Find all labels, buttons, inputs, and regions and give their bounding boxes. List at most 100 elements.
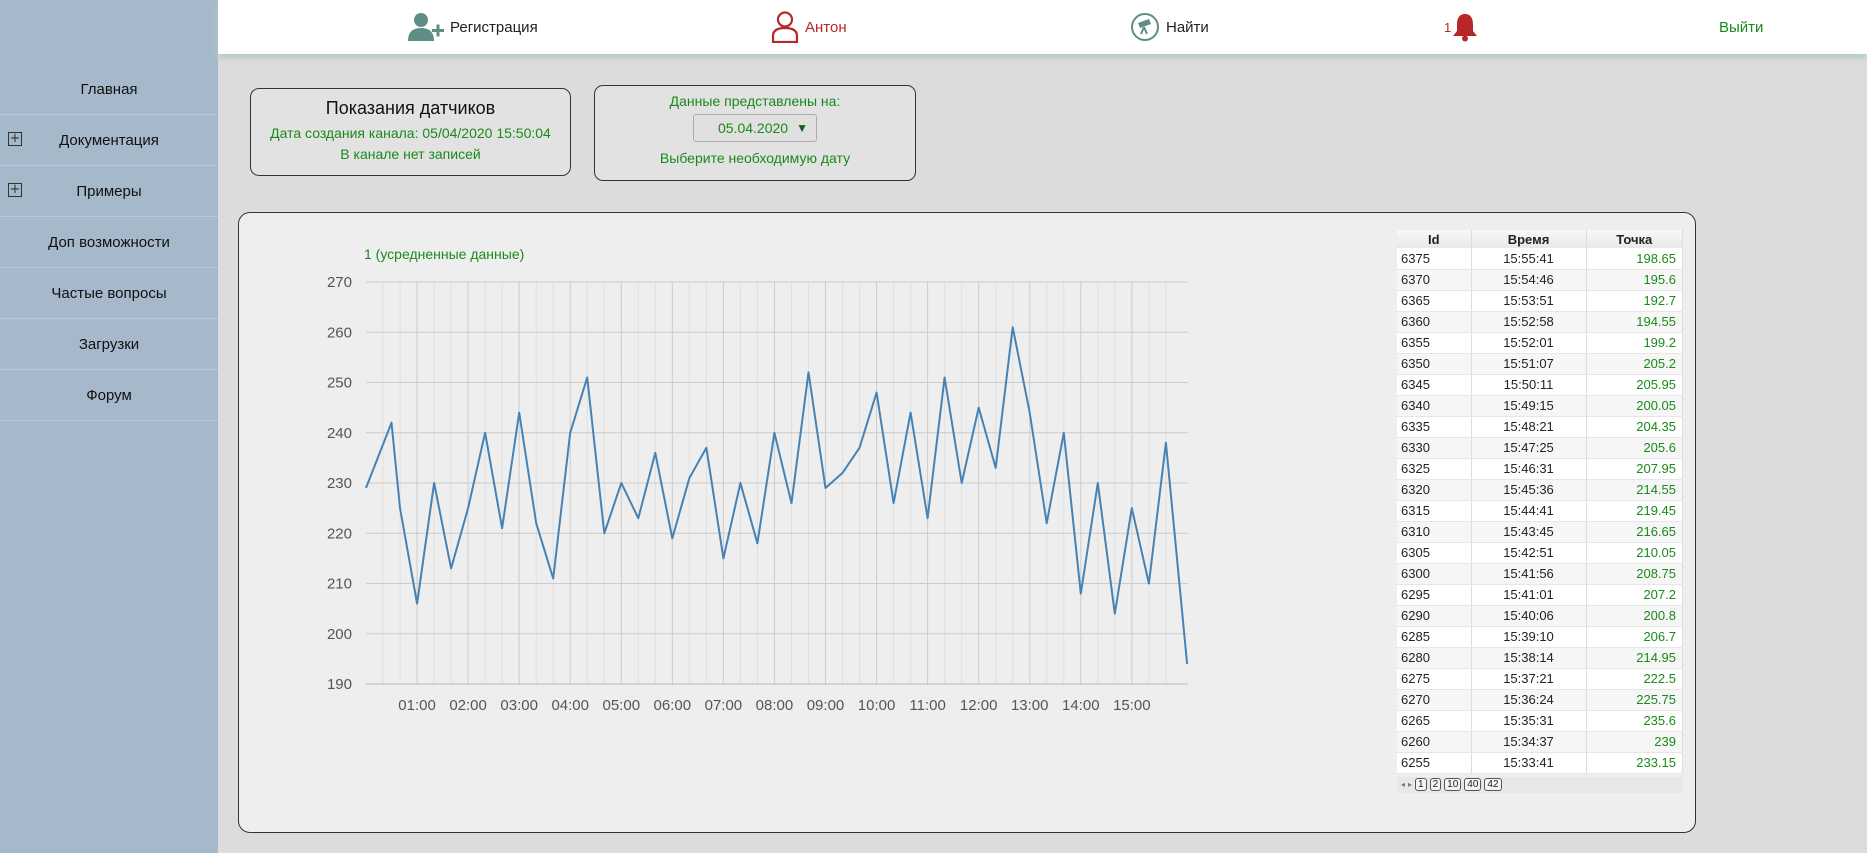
sidebar-item[interactable]: Доп возможности [0, 217, 218, 268]
cell-time: 15:49:15 [1471, 395, 1587, 417]
cell-id: 6365 [1397, 290, 1472, 312]
top-bar: Регистрация Антон Найти 1 Выйти [218, 0, 1867, 54]
pager-next-icon[interactable]: ▸ [1408, 780, 1412, 789]
cell-id: 6255 [1397, 752, 1472, 774]
table-row: 6255 15:33:41 233.15 [1397, 752, 1683, 774]
sidebar-item[interactable]: Форум [0, 370, 218, 421]
sidebar-item[interactable]: Загрузки [0, 319, 218, 370]
date-box-label: Данные представлены на: [669, 93, 841, 109]
x-tick-label: 02:00 [449, 697, 487, 714]
cell-id: 6320 [1397, 479, 1472, 501]
header-value[interactable]: Точка [1586, 230, 1683, 248]
cell-id: 6290 [1397, 605, 1472, 627]
find-link[interactable]: Найти [1130, 0, 1209, 54]
cell-value: 204.35 [1586, 416, 1683, 438]
table-body: 6375 15:55:41 198.65 6370 15:54:46 195.6 6365 1… [1397, 248, 1683, 774]
register-link[interactable]: Регистрация [408, 0, 538, 54]
table-row: 6345 15:50:11 205.95 [1397, 374, 1683, 396]
expand-plus-icon[interactable]: + [8, 132, 22, 146]
cell-time: 15:33:41 [1471, 752, 1587, 774]
sidebar-item[interactable]: Главная [0, 64, 218, 115]
channel-created-date: Дата создания канала: 05/04/2020 15:50:0… [270, 125, 551, 141]
cell-value: 207.95 [1586, 458, 1683, 480]
pager-page-button[interactable]: 10 [1444, 778, 1462, 791]
table-row: 6340 15:49:15 200.05 [1397, 395, 1683, 417]
cell-time: 15:44:41 [1471, 500, 1587, 522]
table-row: 6260 15:34:37 239 [1397, 731, 1683, 753]
x-tick-label: 09:00 [807, 697, 845, 714]
cell-value: 222.5 [1586, 668, 1683, 690]
telescope-icon [1131, 13, 1159, 41]
cell-time: 15:41:01 [1471, 584, 1587, 606]
x-tick-label: 01:00 [398, 697, 436, 714]
date-select[interactable]: 05.04.2020 ▼ [693, 114, 817, 142]
cell-value: 205.95 [1586, 374, 1683, 396]
cell-id: 6285 [1397, 626, 1472, 648]
table-row: 6275 15:37:21 222.5 [1397, 668, 1683, 690]
table-row: 6285 15:39:10 206.7 [1397, 626, 1683, 648]
cell-id: 6335 [1397, 416, 1472, 438]
pager-page-button[interactable]: 1 [1415, 778, 1427, 791]
cell-id: 6315 [1397, 500, 1472, 522]
header-id[interactable]: Id [1397, 230, 1472, 248]
pager-page-button[interactable]: 2 [1429, 778, 1442, 791]
logout-link[interactable]: Выйти [1719, 0, 1763, 54]
cell-time: 15:43:45 [1471, 521, 1587, 543]
cell-time: 15:36:24 [1471, 689, 1587, 711]
notification-count: 1 [1444, 19, 1452, 35]
cell-value: 219.45 [1586, 500, 1683, 522]
x-tick-label: 11:00 [909, 697, 945, 714]
cell-id: 6305 [1397, 542, 1472, 564]
sidebar-item-label: Документация [59, 131, 159, 149]
find-label: Найти [1166, 18, 1209, 36]
pager-page-button[interactable]: 42 [1484, 778, 1502, 791]
pager-page-button[interactable]: 40 [1464, 778, 1482, 791]
cell-id: 6330 [1397, 437, 1472, 459]
cell-time: 15:46:31 [1471, 458, 1587, 480]
cell-time: 15:52:01 [1471, 332, 1587, 354]
logout-label: Выйти [1719, 18, 1764, 36]
chart-title: 1 (усредненные данные) [364, 246, 525, 262]
cell-id: 6345 [1397, 374, 1472, 396]
cell-time: 15:53:51 [1471, 290, 1587, 312]
sidebar-item-label: Доп возможности [48, 233, 170, 251]
y-tick-label: 240 [327, 425, 352, 442]
cell-id: 6280 [1397, 647, 1472, 669]
cell-value: 208.75 [1586, 563, 1683, 585]
cell-id: 6340 [1397, 395, 1472, 417]
user-name: Антон [805, 18, 847, 36]
sidebar: Главная + Документация + Примеры Доп возможно… [0, 0, 218, 853]
x-tick-label: 12:00 [960, 697, 998, 714]
user-link[interactable]: Антон [771, 0, 847, 54]
header-time[interactable]: Время [1471, 230, 1587, 248]
y-tick-label: 250 [327, 375, 352, 392]
bell-icon [1453, 14, 1478, 42]
pager-prev-icon[interactable]: ◂ [1401, 780, 1405, 789]
cell-id: 6375 [1397, 248, 1472, 270]
cell-id: 6260 [1397, 731, 1472, 753]
notifications[interactable]: 1 [1444, 0, 1484, 54]
cell-value: 199.2 [1586, 332, 1683, 354]
no-records-text: В канале нет записей [340, 146, 481, 162]
y-tick-label: 260 [327, 324, 352, 341]
line-chart: 190 200 210 220 230 240 250 260 270 01:00 02:00 03:… [327, 274, 1189, 714]
pager: ◂ ▸ 1 2 10 40 42 [1397, 776, 1683, 793]
table-row: 6325 15:46:31 207.95 [1397, 458, 1683, 480]
y-tick-label: 220 [327, 525, 352, 542]
expand-plus-icon[interactable]: + [8, 183, 22, 197]
x-tick-label: 04:00 [551, 697, 589, 714]
cell-value: 200.05 [1586, 395, 1683, 417]
cell-id: 6295 [1397, 584, 1472, 606]
table-row: 6320 15:45:36 214.55 [1397, 479, 1683, 501]
cell-time: 15:35:31 [1471, 710, 1587, 732]
x-tick-label: 15:00 [1113, 697, 1151, 714]
cell-time: 15:34:37 [1471, 731, 1587, 753]
sidebar-item[interactable]: + Примеры [0, 166, 218, 217]
sidebar-item[interactable]: Частые вопросы [0, 268, 218, 319]
cell-time: 15:40:06 [1471, 605, 1587, 627]
sidebar-item[interactable]: + Документация [0, 115, 218, 166]
cell-value: 210.05 [1586, 542, 1683, 564]
table-row: 6315 15:44:41 219.45 [1397, 500, 1683, 522]
x-tick-label: 07:00 [705, 697, 743, 714]
cell-value: 235.6 [1586, 710, 1683, 732]
